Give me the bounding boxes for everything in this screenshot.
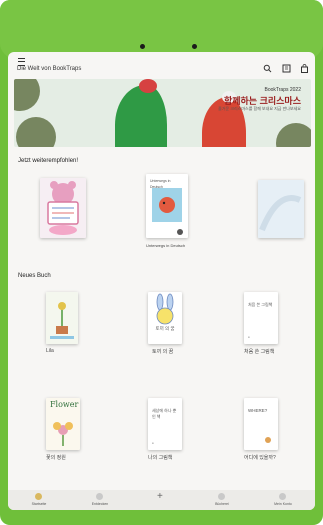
bag-icon[interactable]: [300, 64, 309, 73]
new-book-1[interactable]: [46, 292, 78, 344]
new-book-2-label: 토끼 의 꿈: [152, 349, 174, 355]
new-book-5-label: 나의 그림책: [148, 455, 173, 461]
tablet-frame: Die Welt von BookTraps BookTraps 2022 함께…: [0, 0, 323, 525]
nav-account[interactable]: Mein Konto: [254, 490, 312, 510]
new-book-5[interactable]: 세상에 하나 뿐인 책 ●: [148, 398, 182, 450]
app-screen: Die Welt von BookTraps BookTraps 2022 함께…: [8, 52, 315, 510]
recommended-book-3[interactable]: [258, 180, 304, 238]
pine-branch-decoration: [14, 79, 40, 111]
recommended-book-2-label: Unterwegs in Deutsch: [146, 243, 186, 248]
home-icon: [35, 493, 42, 500]
new-book-1-label: Lila: [46, 348, 54, 354]
recommended-book-2[interactable]: Unterwegs in Deutsch: [146, 174, 188, 238]
new-book-3-label: 처음 쓴 그림책: [244, 349, 275, 355]
frog-eye-right: [192, 44, 197, 49]
pine-branch-decoration: [276, 123, 311, 147]
banner-description: 즐거운 크리스마스를 함께 보내요 지금 만나보세요: [218, 106, 301, 111]
banner-subtitle: BookTraps 2022: [264, 87, 301, 93]
publisher-mark: ●: [248, 335, 250, 339]
new-book-3[interactable]: 처음 쓴 그림책 ●: [244, 292, 278, 344]
flower-cover-illustration: [53, 422, 73, 446]
top-bar: Die Welt von BookTraps: [8, 52, 315, 76]
frog-eye-left: [140, 44, 145, 49]
nav-library[interactable]: Bücherei: [193, 490, 251, 510]
nav-home[interactable]: Startseite: [10, 490, 68, 510]
menu-icon[interactable]: [18, 58, 25, 66]
bunny-cover-illustration: [156, 293, 174, 325]
user-icon: [279, 493, 286, 500]
abstract-cover-illustration: [258, 180, 304, 238]
fish-cover-illustration: [152, 188, 183, 235]
pine-branch-decoration: [16, 117, 56, 147]
green-hat-illustration: [115, 79, 167, 147]
new-book-4[interactable]: Flower: [46, 398, 80, 450]
egg-cover-illustration: [265, 437, 271, 443]
recommended-heading: Jetzt weiterempfohlen!: [18, 158, 79, 164]
library-icon[interactable]: [282, 64, 291, 73]
search-icon[interactable]: [263, 64, 272, 73]
book-icon: [218, 493, 225, 500]
new-book-4-label: 꽃의 정원: [46, 455, 66, 461]
nav-add[interactable]: +: [132, 490, 190, 510]
bottom-navigation: Startseite Entdecken + Bücherei Mein Kon…: [8, 490, 315, 510]
recommended-book-1[interactable]: [40, 178, 86, 238]
nav-discover[interactable]: Entdecken: [71, 490, 129, 510]
bear-cover-illustration: [47, 181, 79, 235]
flower-pot-cover-illustration: [46, 292, 78, 344]
new-books-heading: Neues Buch: [18, 273, 51, 279]
new-book-2[interactable]: 토끼 의 꿈: [148, 292, 182, 344]
publisher-mark: ●: [152, 441, 154, 445]
new-book-6-label: 어디에 있을까?: [244, 455, 276, 461]
new-book-6[interactable]: WHERE?: [244, 398, 278, 450]
promo-banner[interactable]: BookTraps 2022 함께하는 크리스마스 즐거운 크리스마스를 함께 …: [14, 79, 311, 147]
plus-icon: +: [157, 491, 163, 502]
app-title: Die Welt von BookTraps: [17, 66, 82, 72]
compass-icon: [96, 493, 103, 500]
